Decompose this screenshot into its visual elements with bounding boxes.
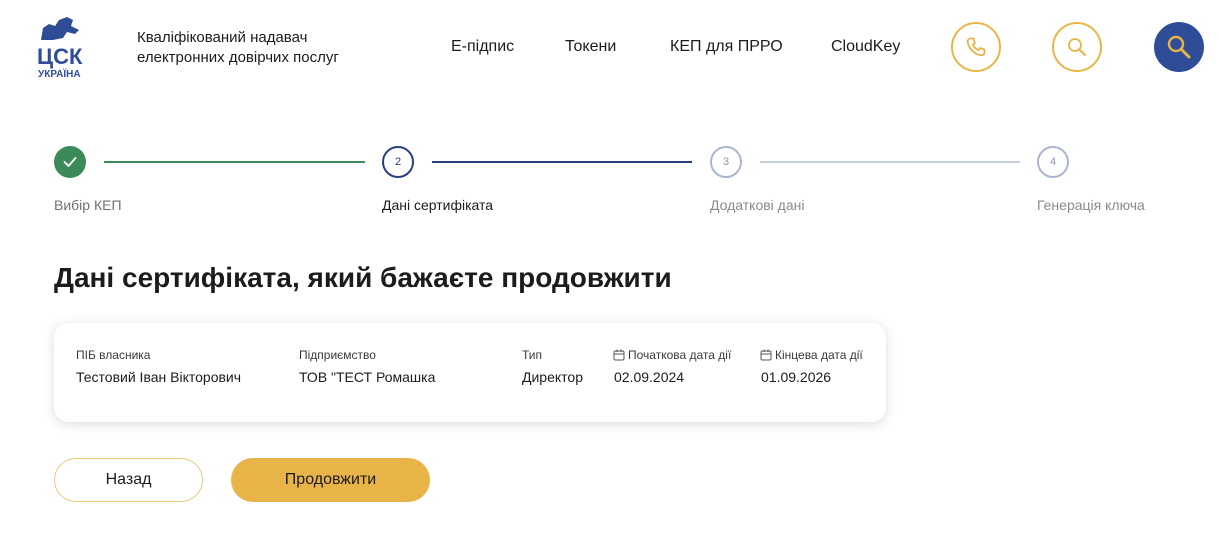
- phone-button[interactable]: [951, 22, 1001, 72]
- type-value: Директор: [522, 369, 583, 385]
- key-search-icon: [1167, 35, 1191, 59]
- phone-icon: [966, 37, 986, 57]
- nav-item-e-signature[interactable]: Е-підпис: [451, 38, 514, 56]
- end-date-label: Кінцева дата дії: [760, 348, 863, 362]
- step-3-label: Додаткові дані: [710, 197, 805, 213]
- continue-button[interactable]: Продовжити: [231, 458, 430, 502]
- search-icon: [1068, 38, 1086, 56]
- type-label: Тип: [522, 348, 542, 362]
- nav-item-cloudkey[interactable]: CloudKey: [831, 38, 900, 56]
- nav-item-kep-prro[interactable]: КЕП для ПРРО: [670, 38, 783, 56]
- tagline: Кваліфікований надавач електронних довір…: [137, 28, 339, 68]
- nav-item-tokens[interactable]: Токени: [565, 38, 616, 56]
- logo-main-text: ЦСК: [37, 44, 83, 69]
- owner-label-text: ПІБ власника: [76, 348, 151, 362]
- step-connector-1: [104, 161, 365, 163]
- logo[interactable]: ЦСК УКРАЇНА: [35, 14, 91, 80]
- check-icon: [63, 157, 77, 167]
- owner-value: Тестовий Іван Вікторович: [76, 369, 242, 385]
- start-date-value: 02.09.2024: [614, 369, 685, 385]
- start-date-label-text: Початкова дата дії: [628, 348, 732, 362]
- step-4-label: Генерація ключа: [1037, 197, 1145, 213]
- search-button[interactable]: [1052, 22, 1102, 72]
- step-1-circle: [54, 146, 86, 178]
- tagline-line-2: електронних довірчих послуг: [137, 49, 339, 66]
- step-4-circle: 4: [1037, 146, 1069, 178]
- step-2-circle: 2: [382, 146, 414, 178]
- key-search-button[interactable]: [1154, 22, 1204, 72]
- logo-sub-text: УКРАЇНА: [38, 67, 81, 80]
- calendar-icon: [613, 349, 625, 361]
- back-button[interactable]: Назад: [54, 458, 203, 502]
- step-3-circle: 3: [710, 146, 742, 178]
- end-date-value: 01.09.2026: [761, 369, 832, 385]
- type-label-text: Тип: [522, 348, 543, 362]
- step-1-label: Вибір КЕП: [54, 197, 122, 213]
- certificate-card: ПІБ власника Тестовий Іван Вікторович Пі…: [54, 323, 886, 422]
- logo-icon: ЦСК УКРАЇНА: [37, 17, 83, 80]
- step-3-number: 3: [722, 156, 730, 168]
- step-connector-3: [760, 161, 1020, 163]
- step-4-number: 4: [1049, 156, 1057, 168]
- tagline-line-1: Кваліфікований надавач: [137, 29, 308, 46]
- calendar-icon: [760, 349, 772, 361]
- company-label-text: Підприємство: [299, 348, 376, 362]
- step-2-number: 2: [394, 156, 402, 168]
- start-date-label: Початкова дата дії: [613, 348, 731, 362]
- page-title: Дані сертифіката, який бажаєте продовжит…: [54, 262, 672, 293]
- end-date-label-text: Кінцева дата дії: [775, 348, 863, 362]
- company-label: Підприємство: [299, 348, 376, 362]
- step-connector-2: [432, 161, 692, 163]
- company-value: ТОВ "ТЕСТ Ромашка: [299, 369, 436, 385]
- owner-label: ПІБ власника: [76, 348, 150, 362]
- step-2-label: Дані сертифіката: [382, 197, 494, 213]
